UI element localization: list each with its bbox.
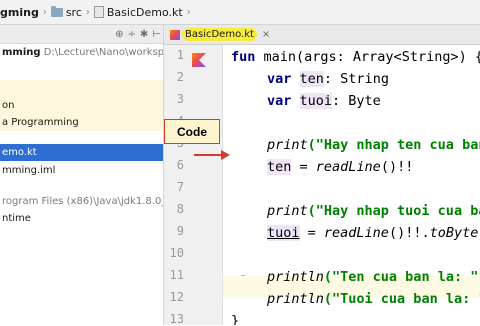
code-line: println("Tuoi cua ban la: " + tuoi): [267, 288, 480, 310]
kotlin-run-icon[interactable]: [192, 53, 206, 67]
tree-item[interactable]: [0, 80, 163, 97]
tree-item-path: D:\Lecture\Nano\workspace\Ko: [43, 47, 163, 58]
function-name: println: [267, 291, 324, 307]
code-line: tuoi = readLine()!!.toByte(): [267, 222, 480, 244]
line-number: 11: [169, 268, 184, 282]
code-line: print("Hay nhap tuoi cua ban:"): [267, 200, 480, 222]
editor-gutter: 1 2 3 4 5 6 7 8 9 10 11 12 13: [164, 45, 248, 326]
tree-item-label: mming: [2, 47, 41, 58]
string-literal: ("Hay nhap tuoi cua ban:"): [307, 203, 480, 219]
gear-icon[interactable]: ✱: [140, 29, 148, 40]
split-icon[interactable]: ÷: [128, 29, 136, 40]
code-line: }: [231, 310, 239, 325]
folder-icon: [50, 5, 63, 17]
code-callout: Code: [164, 119, 220, 144]
tab-label: BasicDemo.kt: [182, 28, 257, 41]
code-text: ()!!.: [388, 225, 430, 241]
code-text: : Byte: [332, 93, 381, 109]
navigation-bar: gming › src › BasicDemo.kt ›: [0, 0, 480, 25]
close-icon[interactable]: ×: [262, 29, 270, 40]
tree-item-iml[interactable]: mming.iml: [0, 162, 163, 179]
keyword: var: [267, 93, 292, 109]
chevron-right-icon: ›: [85, 6, 90, 18]
keyword: var: [267, 71, 292, 87]
line-number: 12: [169, 290, 184, 304]
variable: ten: [299, 71, 324, 87]
breadcrumb-file-label: BasicDemo.kt: [106, 5, 183, 19]
code-text: =: [291, 159, 316, 175]
code-editor[interactable]: fun main(args: Array<String>) { var ten:…: [223, 45, 480, 325]
tree-item[interactable]: on: [0, 97, 163, 114]
function-name: toByte: [429, 225, 479, 241]
closing-brace: }: [231, 313, 240, 325]
line-number: 9: [176, 224, 184, 238]
arrow-right-icon: [194, 150, 230, 160]
function-name: readLine: [323, 225, 389, 241]
line-number: 3: [176, 92, 184, 106]
tree-item-jdk[interactable]: rogram Files (x86)\Java\jdk1.8.0_131: [0, 193, 163, 210]
variable: tuoi: [299, 93, 333, 109]
code-line: var tuoi: Byte: [267, 90, 381, 112]
code-line: println("Ten cua ban la: " + ten): [267, 266, 480, 288]
line-number: 10: [169, 246, 184, 260]
line-number: 1: [176, 48, 184, 62]
function-name: print: [267, 203, 308, 219]
chevron-right-icon: ›: [42, 6, 47, 18]
project-panel: ⊕ ÷ ✱ ⊢ mming D:\Lecture\Nano\workspace\…: [0, 25, 164, 325]
keyword: fun: [231, 49, 256, 65]
function-name: print: [267, 137, 308, 153]
hide-icon[interactable]: ⊢: [152, 29, 161, 40]
tree-item-label: mming.iml: [2, 165, 56, 176]
tree-item-label: on: [2, 100, 15, 111]
tree-item-label: a Programming: [2, 117, 79, 128]
code-line: var ten: String: [267, 68, 389, 90]
line-number: 2: [176, 70, 184, 84]
string-literal: ("Ten cua ban la: " + ten): [323, 269, 479, 285]
project-panel-header: ⊕ ÷ ✱ ⊢: [0, 25, 163, 44]
string-literal: ("Hay nhap ten cua ban:"): [307, 137, 480, 153]
callout-label: Code: [177, 124, 207, 139]
variable: tuoi: [267, 225, 300, 241]
function-name: readLine: [315, 159, 381, 175]
line-number: 8: [176, 202, 184, 216]
tree-item-label: ntime: [2, 213, 31, 224]
tree-item-runtime[interactable]: ntime: [0, 210, 163, 227]
breadcrumb-project[interactable]: gming: [0, 6, 39, 19]
code-text: main(args: Array<String>) {: [255, 49, 480, 65]
tree-item-project-root[interactable]: mming D:\Lecture\Nano\workspace\Ko: [0, 44, 163, 61]
tree-item[interactable]: a Programming: [0, 114, 163, 131]
string-literal: ("Tuoi cua ban la: " + tuoi): [323, 291, 480, 307]
breadcrumb-project-label: gming: [0, 5, 39, 19]
globe-icon[interactable]: ⊕: [115, 29, 123, 40]
editor-tab-bar: BasicDemo.kt ×: [164, 25, 480, 45]
variable: ten: [267, 159, 292, 175]
chevron-right-icon: ›: [186, 6, 191, 18]
code-line: print("Hay nhap ten cua ban:"): [267, 134, 480, 156]
function-name: println: [267, 269, 324, 285]
code-text: : String: [323, 71, 389, 87]
code-text: =: [299, 225, 324, 241]
breadcrumb-file[interactable]: BasicDemo.kt: [93, 5, 183, 19]
tree-item-label: rogram Files (x86)\Java\jdk1.8.0_131: [2, 196, 163, 207]
code-line: ten = readLine()!!: [267, 156, 413, 178]
tree-item-label: emo.kt: [2, 147, 37, 158]
line-number: 6: [176, 158, 184, 172]
breadcrumb-src-label: src: [65, 5, 82, 19]
code-line: fun main(args: Array<String>) {: [231, 46, 480, 68]
kotlin-file-icon: [170, 29, 180, 40]
tree-item-basicdemo[interactable]: emo.kt: [0, 144, 163, 161]
code-text: ()!!: [380, 159, 414, 175]
tab-basicdemo[interactable]: BasicDemo.kt ×: [170, 25, 270, 44]
kotlin-file-icon: [93, 6, 104, 18]
line-number: 13: [169, 312, 184, 326]
line-number: 7: [176, 180, 184, 194]
breadcrumb-src[interactable]: src: [50, 5, 82, 19]
